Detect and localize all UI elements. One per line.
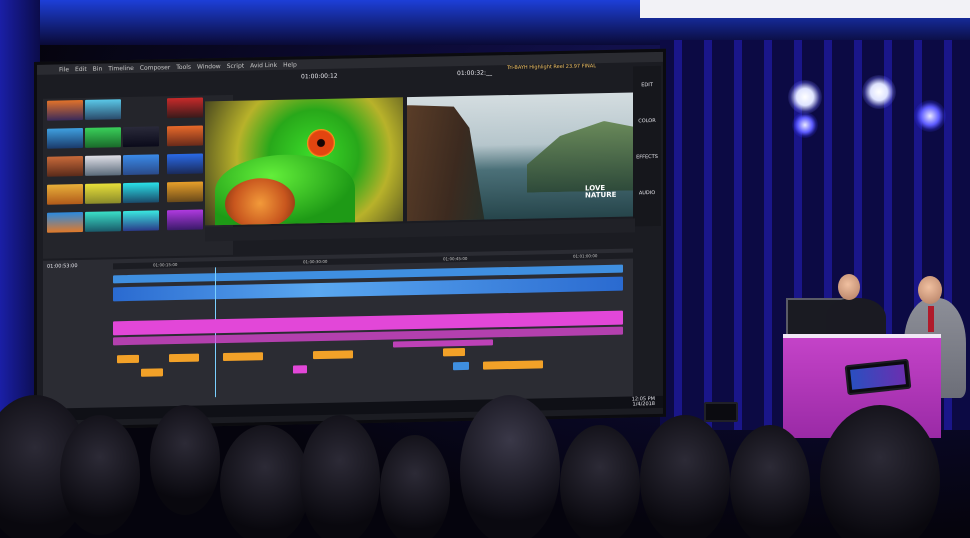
timeline-panel[interactable]: 01:00:53:00 01:00:15:00 01:00:30:00 01:0… (43, 248, 633, 411)
clip-thumbnail[interactable] (123, 154, 159, 176)
clip-thumbnail[interactable] (85, 211, 121, 232)
love-nature-logo: LOVE NATURE (585, 184, 617, 200)
clip-thumbnail[interactable] (123, 210, 159, 232)
presenter-right-head (918, 276, 942, 304)
source-timecode: 01:00:00:12 (301, 72, 338, 81)
menu-item-composer[interactable]: Composer (140, 64, 170, 72)
menu-item-bin[interactable]: Bin (93, 65, 103, 72)
timeline-start-timecode: 01:00:53:00 (47, 263, 78, 270)
workspace-rail: EDIT COLOR EFFECTS AUDIO (633, 65, 661, 227)
tab-edit[interactable]: EDIT (633, 82, 661, 89)
clip-thumbnail[interactable] (123, 126, 159, 148)
record-timecode: 01:00:32:__ (457, 69, 492, 78)
menu-item-avid-link[interactable]: Avid Link (250, 61, 277, 69)
tab-audio[interactable]: AUDIO (633, 190, 661, 197)
audience-phone (704, 402, 738, 422)
audience (0, 395, 970, 538)
clip-thumbnail[interactable] (47, 183, 83, 205)
frog-eye (307, 128, 335, 158)
audio-clip[interactable] (393, 339, 493, 348)
stage-light (788, 80, 822, 114)
stage-light (792, 112, 818, 138)
record-viewer[interactable]: LOVE NATURE (407, 92, 633, 222)
menu-item-tools[interactable]: Tools (176, 63, 191, 70)
music-clip[interactable] (313, 350, 353, 360)
sequence-name: Tri-BAYH Highlight Reel 23.97 FINAL (507, 63, 596, 72)
music-clip[interactable] (141, 368, 163, 377)
audience-member (820, 405, 940, 538)
clip-thumbnail[interactable] (47, 127, 83, 149)
distant-cliff (527, 120, 633, 192)
ruler-tick: 01:00:15:00 (153, 261, 178, 268)
clip-thumbnail[interactable] (167, 209, 203, 231)
music-clip[interactable] (483, 360, 543, 370)
audience-member (220, 425, 310, 538)
menu-item-timeline[interactable]: Timeline (108, 64, 134, 72)
ruler-tick: 01:00:45:00 (443, 255, 468, 262)
stage-light (862, 75, 896, 109)
frog-hand (225, 177, 295, 226)
ceiling-light-strip (640, 0, 970, 18)
clip-thumbnail[interactable] (123, 182, 159, 204)
foreground-cliff (407, 104, 485, 222)
menu-item-window[interactable]: Window (197, 63, 221, 70)
ruler-tick: 01:00:30:00 (303, 258, 328, 265)
audience-member (60, 415, 140, 535)
tab-effects[interactable]: EFFECTS (633, 154, 661, 161)
audience-member (300, 415, 380, 538)
clip-thumbnail[interactable] (47, 155, 83, 177)
clip-thumbnail[interactable] (85, 155, 121, 176)
tab-color[interactable]: COLOR (633, 118, 661, 125)
audience-member (560, 425, 640, 538)
clip-thumbnail[interactable] (167, 153, 203, 175)
clip-thumbnail[interactable] (85, 127, 121, 148)
video-clip[interactable] (453, 361, 469, 371)
ruler-tick: 01:01:00:00 (573, 253, 598, 259)
clip-thumbnail[interactable] (167, 181, 203, 203)
video-clip[interactable] (293, 365, 307, 374)
music-clip[interactable] (117, 354, 139, 364)
menu-item-file[interactable]: File (59, 66, 69, 73)
conference-stage: File Edit Bin Timeline Composer Tools Wi… (0, 0, 970, 538)
logo-line-2: NATURE (585, 190, 617, 200)
clip-thumbnail[interactable] (85, 99, 121, 120)
clip-thumbnail[interactable] (85, 183, 121, 204)
audience-member (460, 395, 560, 538)
music-clip[interactable] (223, 352, 263, 362)
audience-member (380, 435, 450, 538)
phone-screen (850, 364, 906, 390)
menu-item-script[interactable]: Script (227, 62, 244, 69)
menu-item-help[interactable]: Help (283, 61, 297, 68)
audience-member (150, 405, 220, 515)
menu-item-edit[interactable]: Edit (75, 65, 87, 72)
audience-member (730, 425, 810, 538)
projection-screen: File Edit Bin Timeline Composer Tools Wi… (34, 48, 666, 431)
presenter-right-tie (928, 306, 934, 332)
clip-thumbnail[interactable] (47, 99, 83, 121)
clip-thumbnail[interactable] (47, 211, 83, 233)
music-clip[interactable] (443, 347, 465, 357)
music-clip[interactable] (169, 353, 199, 363)
clip-thumbnail[interactable] (167, 125, 203, 147)
clip-thumbnail[interactable] (167, 97, 203, 119)
audience-member (640, 415, 730, 538)
source-viewer[interactable] (205, 97, 403, 226)
presenter-left-head (838, 274, 860, 300)
stage-light (914, 100, 946, 132)
